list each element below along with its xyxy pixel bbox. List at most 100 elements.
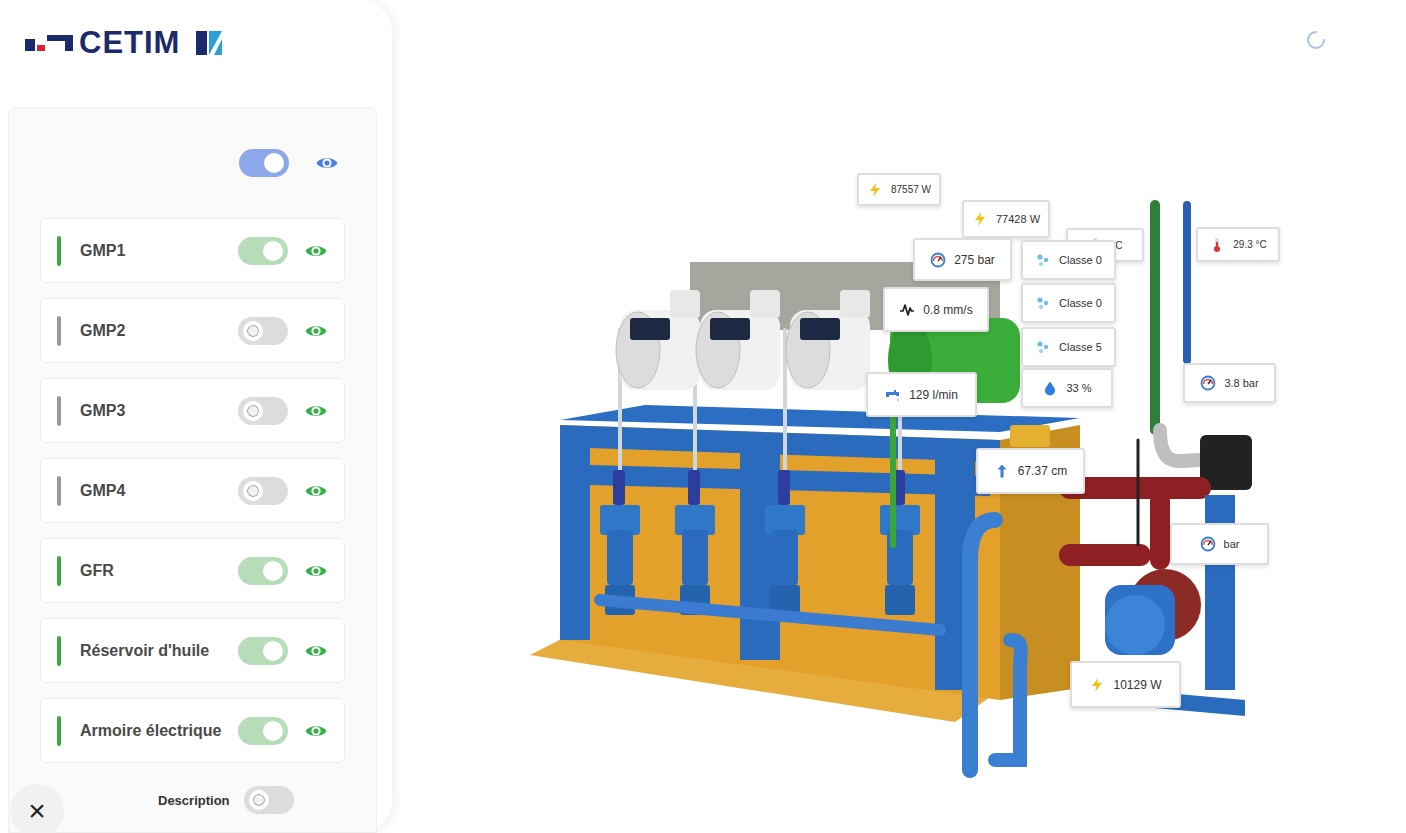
eye-icon[interactable] xyxy=(315,151,339,175)
red-pipe xyxy=(1070,544,1140,566)
toggle-knob xyxy=(264,153,284,173)
eye-icon[interactable] xyxy=(304,399,328,423)
layer-toggle[interactable] xyxy=(238,477,288,505)
pump-body xyxy=(682,530,708,585)
humidity-icon xyxy=(1042,380,1058,396)
eye-icon[interactable] xyxy=(304,719,328,743)
layer-item: GMP1 xyxy=(40,218,345,283)
sensor-label[interactable]: Classe 0 xyxy=(1021,283,1116,323)
status-bar xyxy=(57,396,61,426)
sensor-value: 33 % xyxy=(1066,382,1091,394)
status-bar xyxy=(57,316,61,346)
logo-flag-icon xyxy=(196,29,230,57)
layer-label: Réservoir d'huile xyxy=(80,642,238,660)
description-label: Description xyxy=(158,793,230,808)
sensor-label[interactable]: 87557 W xyxy=(857,173,941,206)
sensor-label[interactable]: 3.8 bar xyxy=(1183,363,1276,403)
layer-toggle[interactable] xyxy=(238,237,288,265)
pipe xyxy=(1160,430,1200,461)
layers-card: GMP1GMP2GMP3GMP4GFRRéservoir d'huileArmo… xyxy=(8,107,377,833)
pipe xyxy=(1150,205,1160,430)
red-pipe xyxy=(1150,500,1170,560)
close-button[interactable]: × xyxy=(10,784,64,833)
eye-icon[interactable] xyxy=(304,319,328,343)
status-bar xyxy=(57,716,61,746)
sensor-value: 3.8 bar xyxy=(1224,377,1258,389)
pipe xyxy=(890,400,896,545)
power-icon xyxy=(1089,677,1105,693)
pressure-icon xyxy=(1200,375,1216,391)
eye-icon[interactable] xyxy=(304,559,328,583)
sensor-value: 10129 W xyxy=(1113,678,1161,692)
description-control: Description xyxy=(158,786,294,814)
layer-item: GFR xyxy=(40,538,345,603)
return-pipe xyxy=(970,520,995,770)
layer-item: Réservoir d'huile xyxy=(40,618,345,683)
pressure-icon xyxy=(930,252,946,268)
sensor-label[interactable]: 33 % xyxy=(1021,368,1113,408)
sensor-label[interactable]: 77428 W xyxy=(962,200,1050,238)
sensor-label[interactable]: Classe 5 xyxy=(1021,327,1116,367)
layer-item: GMP3 xyxy=(40,378,345,443)
pressure-icon xyxy=(1200,536,1216,552)
layer-label: GMP3 xyxy=(80,402,238,420)
layer-toggle[interactable] xyxy=(238,717,288,745)
toggle-knob xyxy=(243,321,263,341)
motor-cap xyxy=(840,290,870,318)
vibration-icon xyxy=(899,302,915,318)
toggle-knob xyxy=(243,401,263,421)
sensor-label[interactable]: 29.3 °C xyxy=(1196,227,1280,262)
motor-cap xyxy=(750,290,780,318)
red-pipe xyxy=(1070,477,1200,499)
logo-mark-icon xyxy=(25,31,75,55)
cable xyxy=(1137,440,1140,545)
layer-label: GFR xyxy=(80,562,238,580)
3d-scene[interactable]: 87557 W77428 W°C29.3 °C275 barClasse 0Cl… xyxy=(392,0,1406,833)
sensor-label[interactable]: bar xyxy=(1170,523,1269,565)
loading-spinner-icon xyxy=(1306,30,1326,50)
eye-icon[interactable] xyxy=(304,639,328,663)
manifold xyxy=(600,600,940,630)
temperature-icon xyxy=(1209,237,1225,253)
sensor-value: Classe 0 xyxy=(1059,297,1102,309)
layer-toggle[interactable] xyxy=(238,637,288,665)
layer-toggle[interactable] xyxy=(238,557,288,585)
sensor-label[interactable]: 0.8 mm/s xyxy=(883,287,989,332)
connector xyxy=(710,318,750,340)
layer-label: GMP4 xyxy=(80,482,238,500)
sensor-label[interactable]: 275 bar xyxy=(913,238,1012,281)
sensor-label[interactable]: 10129 W xyxy=(1070,661,1181,708)
filter xyxy=(613,470,625,505)
particles-icon xyxy=(1035,295,1051,311)
sensor-value: 29.3 °C xyxy=(1233,239,1266,250)
sensor-value: 87557 W xyxy=(891,184,931,195)
pump-motor xyxy=(1105,585,1175,655)
particles-icon xyxy=(1035,339,1051,355)
connector xyxy=(630,318,670,340)
master-toggle[interactable] xyxy=(239,149,289,177)
connector xyxy=(800,318,840,340)
filter xyxy=(778,470,790,505)
flow-icon xyxy=(885,387,901,403)
layer-list: GMP1GMP2GMP3GMP4GFRRéservoir d'huileArmo… xyxy=(40,218,345,763)
level-icon xyxy=(994,463,1010,479)
return-pipe xyxy=(995,640,1021,760)
tank-cap xyxy=(1010,425,1050,447)
layer-item: Armoire électrique xyxy=(40,698,345,763)
layer-toggle[interactable] xyxy=(238,317,288,345)
sensor-label[interactable]: 129 l/min xyxy=(866,372,977,417)
eye-icon[interactable] xyxy=(304,479,328,503)
pump-body xyxy=(772,530,798,585)
sensor-value: 0.8 mm/s xyxy=(923,303,972,317)
layer-item: GMP4 xyxy=(40,458,345,523)
toggle-knob xyxy=(263,561,283,581)
sensor-label[interactable]: Classe 0 xyxy=(1021,240,1116,280)
description-toggle[interactable] xyxy=(244,786,294,814)
sensor-value: 275 bar xyxy=(954,253,995,267)
particles-icon xyxy=(1035,252,1051,268)
sensor-label[interactable]: 67.37 cm xyxy=(976,448,1085,494)
status-bar xyxy=(57,556,61,586)
layer-toggle[interactable] xyxy=(238,397,288,425)
eye-icon[interactable] xyxy=(304,239,328,263)
side-panel: CETIM GMP1GMP2GMP3GMP4GFRRéservoir d'hui… xyxy=(0,0,392,833)
